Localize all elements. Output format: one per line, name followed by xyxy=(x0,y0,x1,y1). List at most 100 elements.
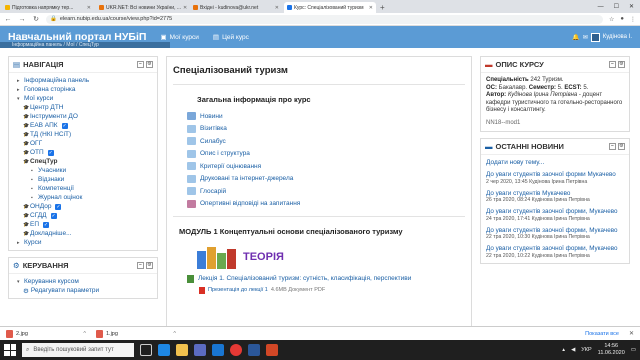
nav-item[interactable]: ▪ Учасники xyxy=(13,166,153,175)
nav-item[interactable]: 🎓 ОГГ xyxy=(13,139,153,148)
admin-item-edit[interactable]: ⚙ Редагувати параметри xyxy=(13,286,153,295)
admin-item-label: Керування курсом xyxy=(24,278,79,285)
volume-icon[interactable]: ◀ xyxy=(571,347,575,353)
nav-item[interactable]: 🎓 ЕП ✓ xyxy=(13,220,153,229)
edge-icon[interactable] xyxy=(158,344,170,356)
task-view-icon[interactable] xyxy=(140,344,152,356)
my-courses-menu[interactable]: ▣ Мої курси xyxy=(160,33,198,42)
store-icon[interactable] xyxy=(194,344,206,356)
chevron-up-icon[interactable]: ^ xyxy=(173,331,176,337)
nav-item[interactable]: 🎓 ОНДор ✓ xyxy=(13,202,153,211)
this-course-menu[interactable]: ▤ Цей курс xyxy=(213,33,249,42)
profile-icon[interactable]: ● xyxy=(620,16,624,22)
windows-start-icon[interactable] xyxy=(4,344,16,356)
dock-icon[interactable]: − xyxy=(609,143,616,150)
browser-tab-3[interactable]: Курс: Спеціалізований туризм ✕ xyxy=(284,2,376,13)
download-item[interactable]: 2.jpg ^ xyxy=(6,329,86,338)
resource-link[interactable]: Силабус xyxy=(167,135,471,148)
back-icon[interactable]: ← xyxy=(4,16,12,23)
resource-label: Друковані та інтернет-джерела xyxy=(200,175,294,183)
browser-tab-1[interactable]: UKR.NET: Всі новини України, ... ✕ xyxy=(96,2,188,13)
notifications-icon[interactable]: ▭ xyxy=(631,347,636,353)
pdf-icon xyxy=(199,286,205,294)
presentation-link[interactable]: Презентація до лекції 1 4.6MB Документ P… xyxy=(167,285,471,295)
reload-icon[interactable]: ↻ xyxy=(32,15,40,23)
dock-icon[interactable]: − xyxy=(137,61,144,68)
nav-item[interactable]: ▸ Інформаційна панель xyxy=(13,76,153,85)
settings-icon[interactable]: ⚙ xyxy=(618,143,625,150)
minimize-icon[interactable]: — xyxy=(598,2,604,13)
star-icon[interactable]: ☆ xyxy=(609,16,614,23)
nav-item[interactable]: ▪ Компетенції xyxy=(13,184,153,193)
resource-link[interactable]: Візитівка xyxy=(167,123,471,136)
resource-link[interactable]: Опис і структура xyxy=(167,148,471,161)
download-item[interactable]: 1.jpg ^ xyxy=(96,329,176,338)
nav-item[interactable]: 🎓 Докладніше... xyxy=(13,229,153,238)
settings-icon[interactable]: ⚙ xyxy=(146,61,153,68)
network-icon[interactable]: ▴ xyxy=(562,347,565,353)
language-indicator[interactable]: УКР xyxy=(581,347,591,353)
powerpoint-icon[interactable] xyxy=(266,344,278,356)
breadcrumb[interactable]: Інформаційна панель / Мої / СпецТур xyxy=(0,42,170,48)
nav-item[interactable]: 🎓 СпецТур xyxy=(13,157,153,166)
close-window-icon[interactable]: ✕ xyxy=(629,2,634,13)
dock-icon[interactable]: − xyxy=(137,262,144,269)
nav-item[interactable]: ▸ Головна сторінка xyxy=(13,85,153,94)
news-title[interactable]: До уваги студентів заочної форми, Мукаче… xyxy=(486,208,624,216)
news-item: До уваги студентів заочної форми Мукачев… xyxy=(481,170,629,189)
graduation-cap-icon: 🎓 xyxy=(23,131,30,138)
browser-tab-2[interactable]: Вхідні - kudinova@ukr.net ✕ xyxy=(190,2,282,13)
nav-item[interactable]: 🎓 Центр ДТН xyxy=(13,103,153,112)
nav-item[interactable]: ▾ Мої курси xyxy=(13,94,153,103)
close-tab-icon[interactable]: ✕ xyxy=(369,5,373,11)
lecture-link[interactable]: Лекція 1. Спеціалізований туризм: сутніс… xyxy=(167,272,471,285)
checkbox-checked-icon: ✓ xyxy=(61,122,68,129)
word-icon[interactable] xyxy=(248,344,260,356)
chrome-icon[interactable] xyxy=(230,344,242,356)
user-menu[interactable]: 🔔 ✉ Кудінова І. xyxy=(572,32,632,42)
file-explorer-icon[interactable] xyxy=(176,344,188,356)
nav-item[interactable]: ▪ Журнал оцінок xyxy=(13,193,153,202)
close-tab-icon[interactable]: ✕ xyxy=(183,5,187,11)
resource-link[interactable]: Новини xyxy=(167,110,471,123)
mail-icon[interactable] xyxy=(212,344,224,356)
new-tab-button[interactable]: + xyxy=(380,2,385,13)
menu-icon[interactable]: ⋮ xyxy=(630,16,636,23)
resource-link[interactable]: Друковані та інтернет-джерела xyxy=(167,173,471,186)
resource-link[interactable]: Критерії оцінювання xyxy=(167,160,471,173)
bell-icon[interactable]: 🔔 xyxy=(572,34,579,41)
nav-item[interactable]: ▸ Курси xyxy=(13,238,153,247)
show-all-button[interactable]: Показати все xyxy=(585,331,619,337)
admin-item-course[interactable]: ▾ Керування курсом xyxy=(13,277,153,286)
news-title[interactable]: До уваги студентів заочної форми, Мукаче… xyxy=(486,245,624,253)
nav-item-label: ОГГ xyxy=(30,140,43,147)
url-field[interactable]: 🔒 elearn.nubip.edu.ua/course/view.php?id… xyxy=(46,14,603,24)
resource-link[interactable]: Опертивні відповіді на запитання xyxy=(167,198,471,211)
dock-icon[interactable]: − xyxy=(609,61,616,68)
news-title[interactable]: До уваги студентів заочної форми Мукачев… xyxy=(486,171,624,179)
nav-item[interactable]: ▪ Відзнаки xyxy=(13,175,153,184)
taskbar-search[interactable]: ⌕ Введіть пошуковий запит тут xyxy=(22,343,134,357)
news-title[interactable]: До уваги студентів Мукачево xyxy=(486,190,624,198)
nav-item[interactable]: 🎓 ТД (НКІ НСіТ) xyxy=(13,130,153,139)
close-tab-icon[interactable]: ✕ xyxy=(87,5,91,11)
nav-item[interactable]: 🎓 СГДД ✓ xyxy=(13,211,153,220)
add-topic-link[interactable]: Додати нову тему... xyxy=(481,155,629,170)
news-title[interactable]: До уваги студентів заочної форми, Мукаче… xyxy=(486,227,624,235)
nav-item[interactable]: 🎓 ОТП ✓ xyxy=(13,148,153,157)
settings-icon[interactable]: ⚙ xyxy=(146,262,153,269)
close-icon[interactable]: ✕ xyxy=(629,330,634,337)
nav-item[interactable]: 🎓 ЕАВ АПК ✓ xyxy=(13,121,153,130)
settings-icon[interactable]: ⚙ xyxy=(618,61,625,68)
nav-item[interactable]: 🎓 Інструменти ДО xyxy=(13,112,153,121)
close-tab-icon[interactable]: ✕ xyxy=(275,5,279,11)
right-column: ▬ ОПИС КУРСУ − ⚙ Спеціальність 242 Туризм… xyxy=(480,56,630,346)
browser-tab-0[interactable]: Підготовка напрямку тер... ✕ xyxy=(2,2,94,13)
forward-icon[interactable]: → xyxy=(18,16,26,23)
message-icon[interactable]: ✉ xyxy=(583,34,588,41)
clock[interactable]: 14:56 11.06.2020 xyxy=(598,343,625,357)
gear-icon: ⚙ xyxy=(23,287,29,295)
maximize-icon[interactable]: ☐ xyxy=(614,2,619,13)
chevron-up-icon[interactable]: ^ xyxy=(83,331,86,337)
resource-link[interactable]: Глосарій xyxy=(167,185,471,198)
